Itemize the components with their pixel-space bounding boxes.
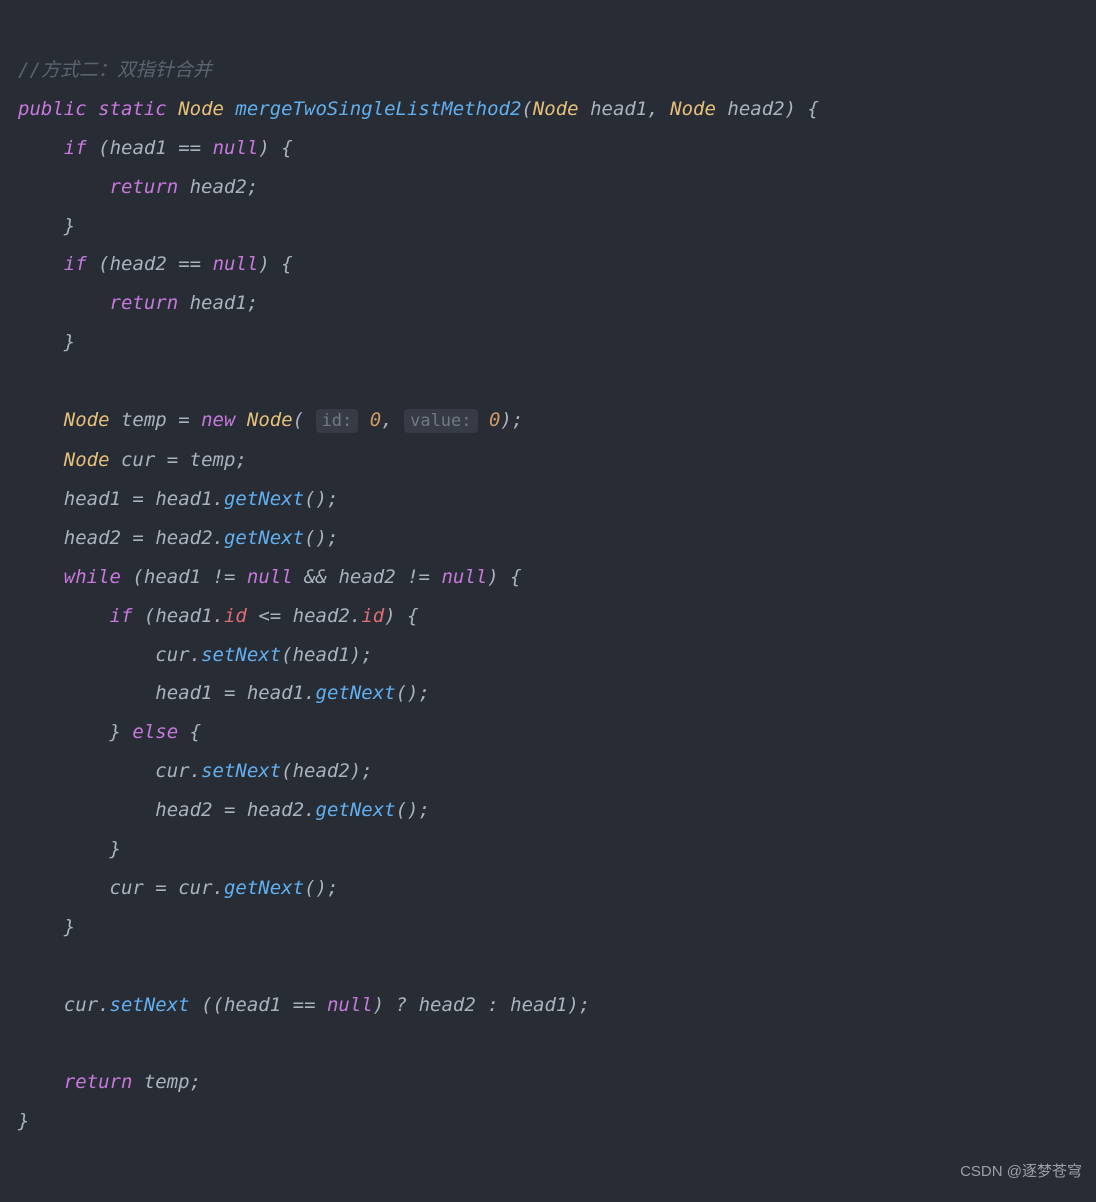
comment-line: //方式二：双指针合并 (18, 59, 212, 81)
keyword-while: while (64, 566, 121, 588)
field-id: id (224, 605, 247, 627)
param-head2: head2 (727, 98, 784, 120)
param-head1: head1 (590, 98, 647, 120)
return-type: Node (178, 98, 224, 120)
method-setnext: setNext (201, 644, 281, 666)
watermark: CSDN @逐梦苍穹 (960, 1153, 1082, 1192)
keyword-else: else (132, 721, 178, 743)
keyword-static: static (98, 98, 167, 120)
method-name: mergeTwoSingleListMethod2 (235, 98, 521, 120)
keyword-public: public (18, 98, 87, 120)
param-hint-id: id: (316, 409, 359, 433)
keyword-return: return (110, 176, 179, 198)
code-block: //方式二：双指针合并 public static Node mergeTwoS… (18, 12, 1078, 1141)
keyword-if: if (64, 137, 87, 159)
method-getnext: getNext (224, 488, 304, 510)
param-hint-value: value: (404, 409, 477, 433)
keyword-new: new (201, 409, 235, 431)
